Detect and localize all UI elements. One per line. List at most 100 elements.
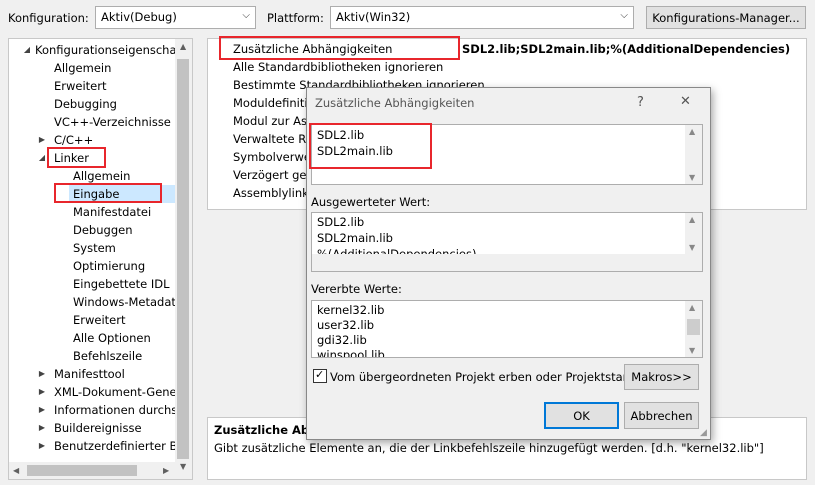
tree-item-label: VC++-Verzeichnisse <box>54 115 171 129</box>
evaluated-line: SDL2.lib <box>317 215 365 229</box>
tree-item-label: Eingabe <box>73 187 120 201</box>
tree-item[interactable]: ▶ Benutzerdefinierter Buil <box>9 437 191 455</box>
tree-item-label: Benutzerdefinierter Buil <box>54 439 192 453</box>
tree-item[interactable]: Debugging <box>9 95 175 113</box>
inherited-line: gdi32.lib <box>317 333 367 347</box>
tree-item[interactable]: Alle Optionen <box>9 329 175 347</box>
tree-item[interactable]: Windows-Metadate <box>9 293 183 311</box>
inherited-scrollbar[interactable]: ▲ ▼ <box>685 301 702 357</box>
tree-vertical-scrollbar[interactable]: ▲ ▼ <box>175 39 192 479</box>
configuration-value: Aktiv(Debug) <box>101 10 177 24</box>
tree-horizontal-scrollbar[interactable]: ◀ ▶ <box>9 462 175 479</box>
expand-arrow-icon[interactable]: ▶ <box>37 437 47 455</box>
dialog-title: Zusätzliche Abhängigkeiten <box>315 96 475 110</box>
scroll-down-icon[interactable]: ▼ <box>689 243 695 252</box>
tree-item[interactable]: Allgemein <box>9 167 175 185</box>
evaluated-horizontal-scrollbar[interactable] <box>312 254 686 271</box>
edit-line: SDL2.lib <box>317 128 365 142</box>
inherited-values-box: kernel32.lib user32.lib gdi32.lib winspo… <box>311 300 703 358</box>
chevron-down-icon: ⌵ <box>620 10 628 21</box>
inherit-checkbox-label[interactable]: Vom übergeordneten Projekt erben oder Pr… <box>330 370 644 384</box>
collapse-arrow-icon[interactable]: ◢ <box>37 149 47 167</box>
evaluated-value-label: Ausgewerteter Wert: <box>311 195 431 209</box>
tree-item[interactable]: ▶ Manifesttool <box>9 365 175 383</box>
cancel-button[interactable]: Abbrechen <box>624 402 699 429</box>
tree-item[interactable]: Manifestdatei <box>9 203 175 221</box>
tree-item-label: Erweitert <box>73 313 126 327</box>
tree-item[interactable]: ▶ XML-Dokument-Gener <box>9 383 181 401</box>
tree-item[interactable]: Erweitert <box>9 77 175 95</box>
tree-item[interactable]: System <box>9 239 175 257</box>
tree-item[interactable]: Eingebettete IDL <box>9 275 175 293</box>
platform-dropdown[interactable]: Aktiv(Win32) ⌵ <box>330 6 634 29</box>
edit-scrollbar[interactable]: ▲ ▼ <box>685 125 702 184</box>
scroll-up-icon[interactable]: ▲ <box>689 303 695 312</box>
resize-grip-icon[interactable]: ◢ <box>700 428 707 438</box>
tree-item[interactable]: Erweitert <box>9 311 175 329</box>
tree-item-label: Informationen durchsu <box>54 403 185 417</box>
property-value[interactable]: SDL2.lib;SDL2main.lib;%(AdditionalDepend… <box>462 40 790 58</box>
tree-item-label: Debugging <box>54 97 117 111</box>
scroll-up-icon[interactable]: ▲ <box>689 215 695 224</box>
edit-line: SDL2main.lib <box>317 144 393 158</box>
scroll-up-icon[interactable]: ▲ <box>180 42 186 51</box>
expand-arrow-icon[interactable]: ▶ <box>37 401 47 419</box>
scroll-left-icon[interactable]: ◀ <box>13 466 19 475</box>
scroll-up-icon[interactable]: ▲ <box>689 127 695 136</box>
ok-button[interactable]: OK <box>544 402 619 429</box>
property-name: Zusätzliche Abhängigkeiten <box>233 42 393 56</box>
configuration-manager-button[interactable]: Konfigurations-Manager... <box>646 6 806 29</box>
scrollbar-thumb[interactable] <box>27 465 137 476</box>
scroll-down-icon[interactable]: ▼ <box>689 173 695 182</box>
scroll-right-icon[interactable]: ▶ <box>163 466 169 475</box>
property-row[interactable]: Alle Standardbibliotheken ignorieren <box>208 58 806 76</box>
property-tree[interactable]: ◢ Konfigurationseigenschafte Allgemein Er… <box>8 38 193 480</box>
tree-item[interactable]: Debuggen <box>9 221 175 239</box>
evaluated-vertical-scrollbar[interactable]: ▲ ▼ <box>685 213 702 271</box>
tree-item[interactable]: Allgemein <box>9 59 175 77</box>
scroll-down-icon[interactable]: ▼ <box>689 346 695 355</box>
tree-item-label: Eingebettete IDL <box>73 277 170 291</box>
tree-item[interactable]: ▶ Buildereignisse <box>9 419 175 437</box>
tree-item-label: Befehlszeile <box>73 349 143 363</box>
tree-item-label: Optimierung <box>73 259 146 273</box>
tree-item[interactable]: ◢ Linker <box>9 149 175 167</box>
tree-item-label: Allgemein <box>73 169 131 183</box>
close-button[interactable]: ✕ <box>680 94 691 109</box>
evaluated-value-box: SDL2.lib SDL2main.lib %(AdditionalDepend… <box>311 212 703 272</box>
tree-item-label: Allgemein <box>54 61 112 75</box>
expand-arrow-icon[interactable]: ▶ <box>37 419 47 437</box>
expand-arrow-icon[interactable]: ▶ <box>37 383 47 401</box>
tree-item-label: Windows-Metadate <box>73 295 183 309</box>
platform-label: Plattform: <box>267 11 324 25</box>
scroll-down-icon[interactable]: ▼ <box>180 462 186 471</box>
inherited-line: winspool.lib <box>317 348 385 358</box>
tree-item[interactable]: ▶ Informationen durchsu <box>9 401 185 419</box>
platform-value: Aktiv(Win32) <box>336 10 411 24</box>
tree-item[interactable]: Eingabe <box>69 185 175 203</box>
inherit-checkbox[interactable]: ✓ <box>313 368 327 383</box>
tree-item[interactable]: Optimierung <box>9 257 175 275</box>
checkmark-icon: ✓ <box>315 368 325 381</box>
dependencies-edit-box[interactable]: SDL2.lib SDL2main.lib ▲ ▼ <box>311 124 703 185</box>
tree-root[interactable]: ◢ Konfigurationseigenschafte <box>9 41 192 59</box>
property-row[interactable]: Zusätzliche Abhängigkeiten SDL2.lib;SDL2m… <box>208 40 806 58</box>
tree-item[interactable]: ▶ C/C++ <box>9 131 175 149</box>
help-button[interactable]: ? <box>637 95 644 110</box>
tree-item-label: Manifestdatei <box>73 205 152 219</box>
additional-dependencies-dialog: Zusätzliche Abhängigkeiten ? ✕ SDL2.lib … <box>306 87 711 440</box>
tree-item-label: Manifesttool <box>54 367 125 381</box>
configuration-dropdown[interactable]: Aktiv(Debug) ⌵ <box>95 6 256 29</box>
expand-arrow-icon[interactable]: ▶ <box>37 365 47 383</box>
expand-arrow-icon[interactable]: ▶ <box>37 131 47 149</box>
collapse-arrow-icon[interactable]: ◢ <box>22 41 32 59</box>
tree-item-label: Buildereignisse <box>54 421 142 435</box>
tree-item-label: Erweitert <box>54 79 107 93</box>
macros-button[interactable]: Makros>> <box>624 364 699 390</box>
scrollbar-thumb[interactable] <box>177 59 189 459</box>
configuration-label: Konfiguration: <box>8 11 89 25</box>
inherited-line: user32.lib <box>317 318 375 332</box>
tree-item-label: Alle Optionen <box>73 331 151 345</box>
tree-item[interactable]: VC++-Verzeichnisse <box>9 113 175 131</box>
tree-item[interactable]: Befehlszeile <box>9 347 175 365</box>
